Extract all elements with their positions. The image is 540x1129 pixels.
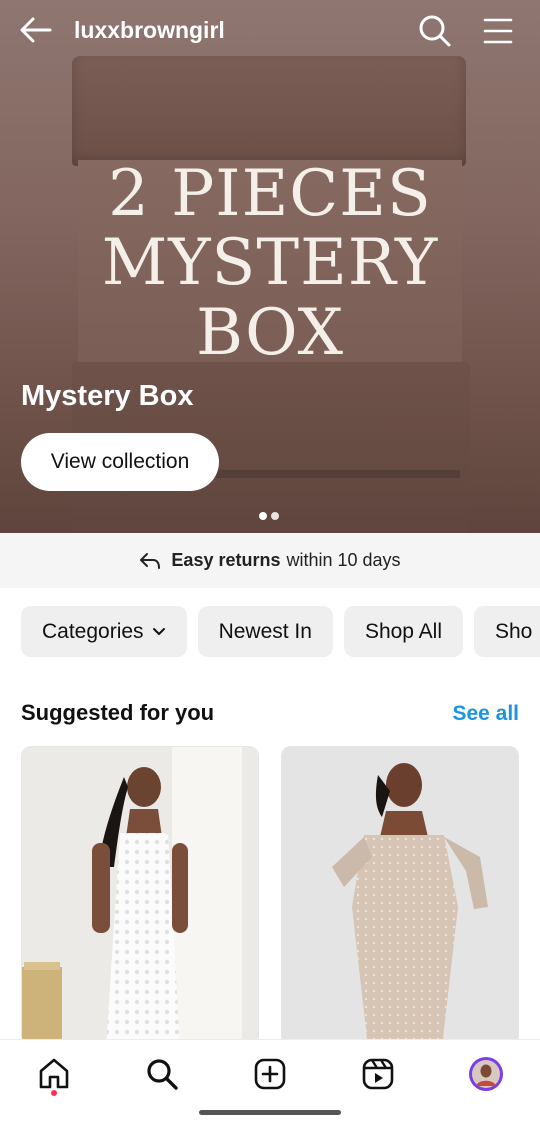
chip-shop-all[interactable]: Shop All: [343, 606, 463, 657]
hero-art-line3: BOX: [195, 296, 345, 370]
product-image-sparkle-gown: [282, 747, 518, 1045]
chip-newest-in[interactable]: Newest In: [197, 606, 333, 657]
carousel-dots: [259, 512, 279, 520]
reels-icon[interactable]: [360, 1056, 396, 1092]
search-icon[interactable]: [144, 1056, 180, 1092]
suggested-section-title: Suggested for you: [21, 700, 215, 725]
returns-text: within 10 days: [286, 550, 401, 570]
shop-filter-chips: Categories Newest In Shop All Sho: [21, 606, 540, 657]
chip-label: Sho: [495, 619, 533, 643]
chip-categories[interactable]: Categories: [21, 606, 187, 657]
chip-label: Categories: [42, 619, 144, 643]
hamburger-menu-icon[interactable]: [482, 16, 514, 46]
product-image-white-lace-dress: [22, 747, 258, 1045]
hero-art-line1: 2 PIECES: [108, 157, 432, 231]
return-arrow-icon: [140, 552, 161, 569]
view-collection-button[interactable]: View collection: [21, 433, 219, 491]
hero-art-text: 2 PIECES MYSTERY BOX: [70, 160, 470, 368]
top-bar: luxxbrowngirl: [0, 0, 540, 62]
home-icon[interactable]: [36, 1056, 72, 1092]
carousel-dot: [271, 512, 279, 520]
chip-label: Newest In: [218, 619, 312, 643]
product-card[interactable]: [21, 746, 259, 1046]
easy-returns-banner[interactable]: Easy returns within 10 days: [0, 533, 540, 588]
box-lid-graphic: [72, 56, 466, 166]
chip-shop-partial[interactable]: Sho: [474, 606, 540, 657]
profile-avatar[interactable]: [468, 1056, 504, 1092]
search-icon[interactable]: [418, 14, 452, 48]
chip-label: Shop All: [364, 619, 442, 643]
profile-username[interactable]: luxxbrowngirl: [74, 17, 225, 44]
hero-banner[interactable]: 2 PIECES MYSTERY BOX luxxbrowngirl Myste…: [0, 0, 540, 533]
product-card[interactable]: [281, 746, 519, 1046]
bottom-navigation: [0, 1039, 540, 1129]
chevron-down-icon: [152, 627, 165, 635]
carousel-dot-active: [259, 512, 267, 520]
collection-title: Mystery Box: [21, 380, 194, 412]
home-indicator-bar: [199, 1110, 341, 1115]
returns-bold-text: Easy returns: [171, 550, 281, 570]
hero-art-line2: MYSTERY: [101, 226, 439, 300]
back-arrow-icon[interactable]: [18, 14, 54, 46]
see-all-link[interactable]: See all: [452, 702, 519, 726]
create-post-icon[interactable]: [252, 1056, 288, 1092]
home-notification-dot: [51, 1090, 57, 1096]
